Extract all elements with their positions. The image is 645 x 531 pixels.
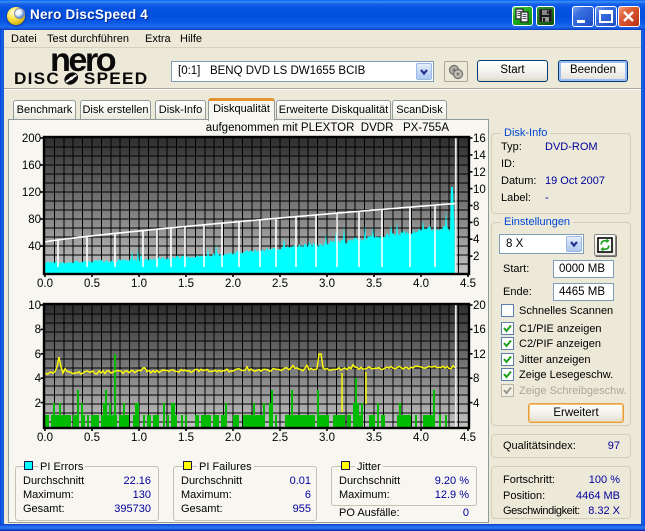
svg-text:6: 6 bbox=[473, 217, 479, 229]
svg-text:4.0: 4.0 bbox=[413, 432, 429, 444]
svg-text:3.0: 3.0 bbox=[319, 432, 335, 444]
svg-text:4.0: 4.0 bbox=[413, 278, 429, 290]
svg-text:2.0: 2.0 bbox=[225, 278, 241, 290]
svg-text:80: 80 bbox=[28, 214, 41, 226]
svg-text:6: 6 bbox=[35, 349, 41, 361]
svg-text:aufgenommen mit PLEXTOR DVDR: aufgenommen mit PLEXTOR DVDR PX-755A bbox=[206, 122, 450, 134]
svg-text:1.0: 1.0 bbox=[131, 278, 147, 290]
svg-text:2.5: 2.5 bbox=[272, 278, 288, 290]
svg-text:3.5: 3.5 bbox=[366, 432, 382, 444]
svg-text:20: 20 bbox=[473, 300, 486, 312]
svg-text:8: 8 bbox=[473, 373, 479, 385]
svg-text:8: 8 bbox=[473, 201, 479, 213]
svg-text:2: 2 bbox=[35, 398, 41, 410]
svg-text:2.0: 2.0 bbox=[225, 432, 241, 444]
svg-text:10: 10 bbox=[473, 184, 486, 196]
svg-text:12: 12 bbox=[473, 167, 486, 179]
svg-text:10: 10 bbox=[28, 300, 41, 312]
svg-text:0.5: 0.5 bbox=[84, 278, 100, 290]
svg-text:1.5: 1.5 bbox=[178, 432, 194, 444]
svg-text:0.0: 0.0 bbox=[37, 278, 53, 290]
svg-text:16: 16 bbox=[473, 324, 486, 336]
svg-text:2: 2 bbox=[473, 251, 479, 263]
svg-text:4: 4 bbox=[473, 234, 480, 246]
svg-text:3.0: 3.0 bbox=[319, 278, 335, 290]
svg-text:40: 40 bbox=[28, 241, 41, 253]
svg-text:4: 4 bbox=[473, 398, 480, 410]
svg-text:3.5: 3.5 bbox=[366, 278, 382, 290]
svg-text:8: 8 bbox=[35, 324, 41, 336]
svg-text:4.5: 4.5 bbox=[460, 432, 476, 444]
svg-text:12: 12 bbox=[473, 349, 486, 361]
svg-text:120: 120 bbox=[22, 187, 41, 199]
svg-text:16: 16 bbox=[473, 133, 486, 145]
svg-text:160: 160 bbox=[22, 160, 41, 172]
svg-text:4.5: 4.5 bbox=[460, 278, 476, 290]
svg-text:1.0: 1.0 bbox=[131, 432, 147, 444]
svg-text:2.5: 2.5 bbox=[272, 432, 288, 444]
svg-text:0.0: 0.0 bbox=[37, 432, 53, 444]
svg-text:14: 14 bbox=[473, 150, 486, 162]
svg-text:200: 200 bbox=[22, 133, 41, 145]
svg-text:1.5: 1.5 bbox=[178, 278, 194, 290]
svg-text:0.5: 0.5 bbox=[84, 432, 100, 444]
